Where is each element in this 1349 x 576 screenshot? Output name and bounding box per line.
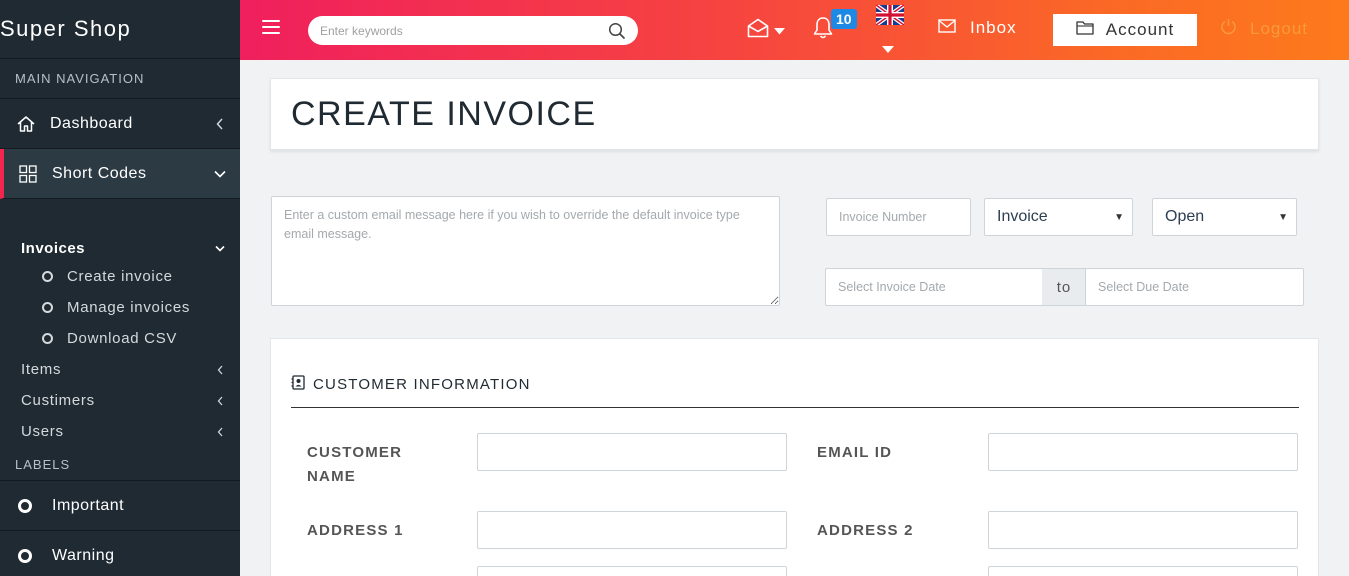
- page-title-card: CREATE INVOICE: [270, 78, 1319, 150]
- invoice-status-select[interactable]: Open ▼: [1152, 198, 1297, 236]
- notification-badge: 10: [831, 9, 857, 29]
- menu-toggle-icon[interactable]: [262, 20, 280, 38]
- envelope-open-icon: [747, 18, 769, 43]
- address-3-input[interactable]: [477, 566, 787, 576]
- email-message-textarea[interactable]: [271, 196, 780, 306]
- contact-card-icon: [291, 375, 306, 394]
- address-1-input[interactable]: [477, 511, 787, 549]
- customer-information-title: CUSTOMER INFORMATION: [313, 376, 531, 393]
- customer-name-label-line1: CUSTOMER: [307, 444, 403, 461]
- date-range-to-label: to: [1042, 268, 1086, 306]
- top-bar: 10 Inbox Account Logout: [240, 0, 1349, 60]
- sidebar-item-invoices[interactable]: Invoices: [0, 235, 240, 261]
- invoice-number-placeholder: Invoice Number: [839, 210, 927, 224]
- search-icon[interactable]: [608, 22, 626, 40]
- address-4-input[interactable]: [988, 566, 1298, 576]
- caret-down-icon: [774, 22, 785, 40]
- due-date-placeholder: Select Due Date: [1098, 280, 1190, 294]
- sidebar-item-label: Dashboard: [50, 114, 133, 132]
- short-codes-submenu: Invoices Create invoice Manage invoices …: [0, 199, 240, 447]
- circle-icon: [42, 271, 53, 282]
- logout-link[interactable]: Logout: [1220, 18, 1308, 40]
- account-button[interactable]: Account: [1053, 14, 1197, 46]
- grid-icon: [18, 164, 38, 184]
- address-1-label: ADDRESS 1: [307, 522, 404, 539]
- sidebar-item-dashboard[interactable]: Dashboard: [0, 99, 240, 149]
- envelope-icon: [938, 18, 956, 38]
- sidebar-item-users[interactable]: Users: [0, 416, 240, 447]
- label-item-warning[interactable]: Warning: [0, 531, 240, 576]
- sidebar-item-label: Users: [21, 423, 64, 440]
- inbox-label: Inbox: [970, 18, 1017, 37]
- chevron-left-icon: [214, 117, 226, 130]
- logout-label: Logout: [1250, 19, 1308, 38]
- chevron-down-icon: [214, 242, 226, 254]
- sidebar-item-label: Download CSV: [67, 330, 178, 347]
- sidebar-item-label: Create invoice: [67, 268, 173, 285]
- customer-name-label: CUSTOMER NAME: [307, 441, 402, 489]
- sidebar-item-customers[interactable]: Custimers: [0, 385, 240, 416]
- invoice-status-value: Open: [1165, 208, 1205, 225]
- sidebar-item-short-codes[interactable]: Short Codes: [0, 149, 240, 199]
- chevron-left-icon: [214, 364, 226, 376]
- circle-icon: [18, 498, 32, 513]
- sidebar-item-items[interactable]: Items: [0, 354, 240, 385]
- invoice-date-placeholder: Select Invoice Date: [838, 280, 946, 294]
- circle-icon: [42, 302, 53, 313]
- folder-icon: [1076, 20, 1094, 40]
- due-date-input[interactable]: Select Due Date: [1085, 268, 1304, 306]
- customer-name-input[interactable]: [477, 433, 787, 471]
- email-id-input[interactable]: [988, 433, 1298, 471]
- chevron-down-icon: [214, 168, 226, 180]
- email-id-label: EMAIL ID: [817, 444, 893, 461]
- invoice-date-input[interactable]: Select Invoice Date: [825, 268, 1043, 306]
- sidebar-item-label: Manage invoices: [67, 299, 191, 316]
- caret-down-icon[interactable]: [882, 40, 894, 58]
- sidebar-item-label: Short Codes: [52, 164, 147, 182]
- select-caret-icon: ▼: [1114, 212, 1124, 223]
- chevron-left-icon: [214, 426, 226, 438]
- page-title: CREATE INVOICE: [291, 94, 597, 133]
- sidebar-item-label: Custimers: [21, 392, 95, 409]
- circle-icon: [18, 548, 32, 563]
- messages-dropdown[interactable]: [747, 18, 785, 43]
- account-label: Account: [1105, 20, 1175, 39]
- sidebar-item-manage-invoices[interactable]: Manage invoices: [0, 292, 240, 323]
- sidebar-item-download-csv[interactable]: Download CSV: [0, 323, 240, 354]
- label-item-text: Warning: [52, 546, 115, 564]
- label-item-important[interactable]: Important: [0, 481, 240, 531]
- address-2-label: ADDRESS 2: [817, 522, 914, 539]
- label-item-text: Important: [52, 496, 125, 514]
- brand-name[interactable]: Super Shop: [0, 0, 240, 59]
- invoice-number-input[interactable]: Invoice Number: [826, 198, 971, 236]
- customer-name-label-line2: NAME: [307, 468, 356, 485]
- section-divider: [291, 407, 1299, 408]
- circle-icon: [42, 333, 53, 344]
- power-icon: [1220, 18, 1237, 40]
- labels-heading: LABELS: [0, 449, 240, 481]
- inbox-link[interactable]: Inbox: [938, 18, 1017, 38]
- chevron-left-icon: [214, 395, 226, 407]
- sidebar-item-create-invoice[interactable]: Create invoice: [0, 261, 240, 292]
- customer-information-heading: CUSTOMER INFORMATION: [291, 375, 531, 394]
- address-2-input[interactable]: [988, 511, 1298, 549]
- invoice-type-select[interactable]: Invoice ▼: [984, 198, 1133, 236]
- customer-information-card: CUSTOMER INFORMATION CUSTOMER NAME EMAIL…: [270, 338, 1319, 576]
- uk-flag-icon[interactable]: [874, 3, 906, 27]
- sidebar: Super Shop MAIN NAVIGATION Dashboard Sho…: [0, 0, 240, 576]
- select-caret-icon: ▼: [1278, 212, 1288, 223]
- search-box: [308, 16, 638, 45]
- sidebar-item-label: Items: [21, 361, 62, 378]
- main-navigation-heading: MAIN NAVIGATION: [0, 59, 240, 99]
- search-input[interactable]: [320, 23, 590, 38]
- sidebar-item-label: Invoices: [21, 239, 86, 257]
- home-icon: [16, 114, 36, 134]
- invoice-type-value: Invoice: [997, 208, 1048, 225]
